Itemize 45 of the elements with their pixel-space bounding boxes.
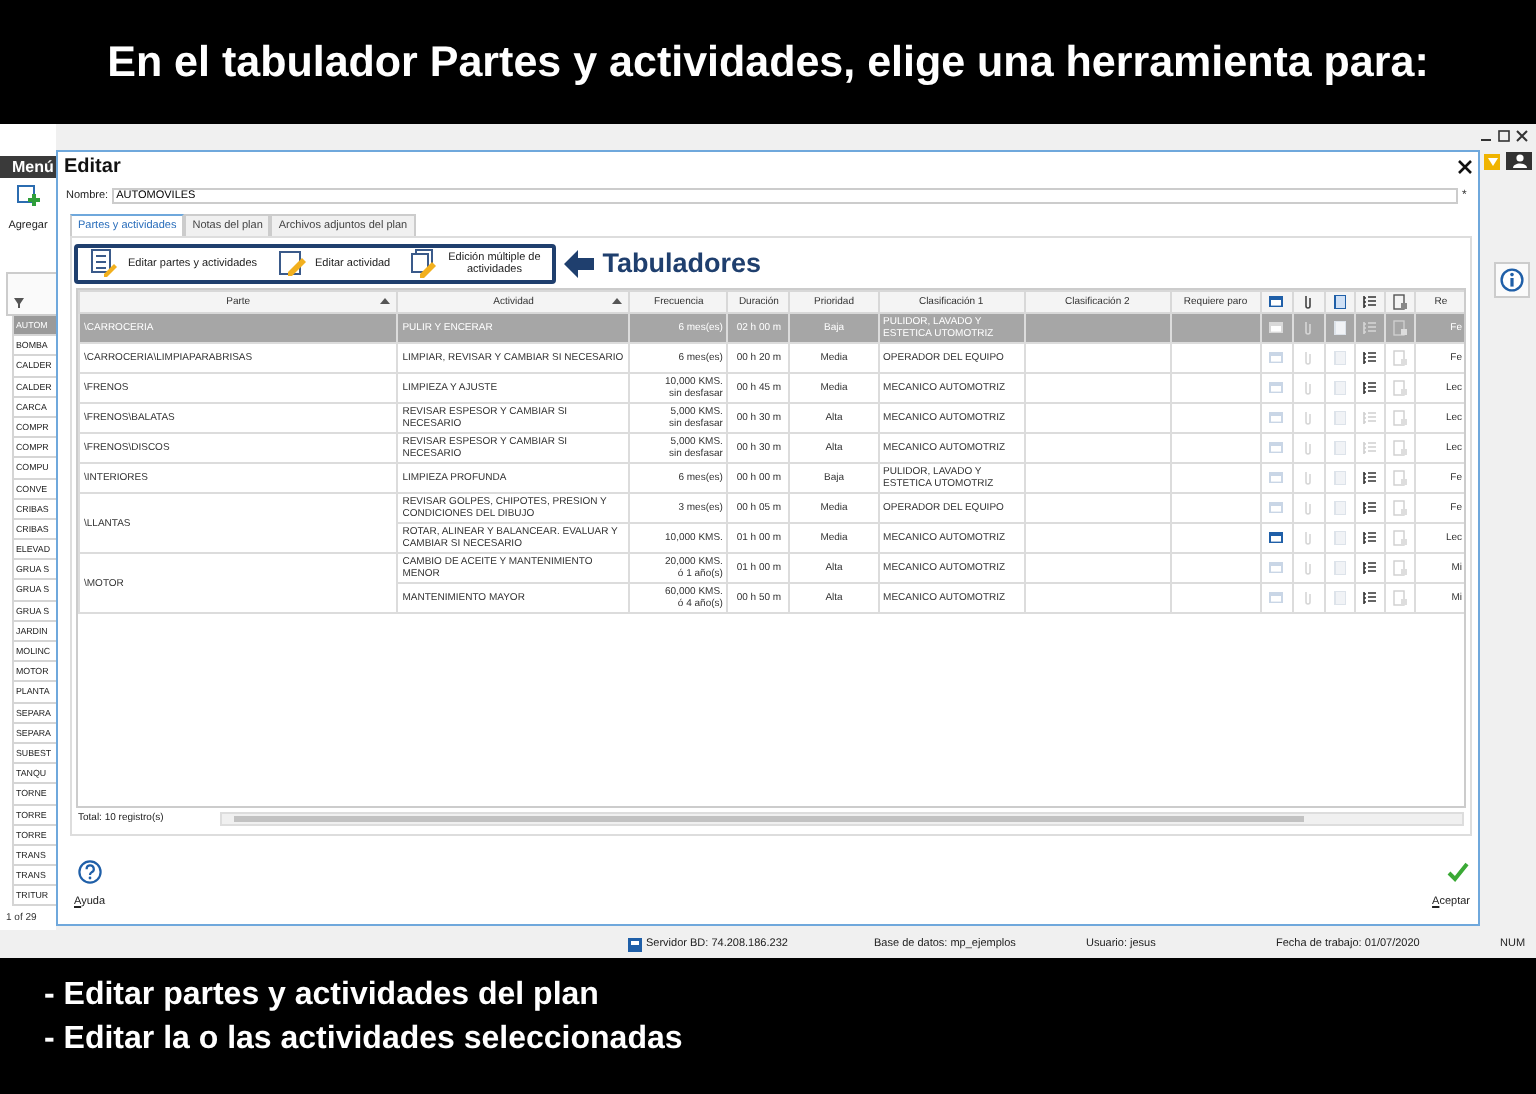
filter-icon[interactable] xyxy=(14,298,24,308)
info-icon xyxy=(1500,268,1524,292)
caret-icon xyxy=(1487,157,1497,165)
info-button[interactable] xyxy=(1494,262,1530,298)
checklist-icon[interactable] xyxy=(1361,560,1378,576)
document-icon[interactable] xyxy=(1391,530,1408,546)
document-icon[interactable] xyxy=(1391,380,1408,396)
scrollbar[interactable] xyxy=(219,811,1464,825)
document-icon xyxy=(1391,294,1408,310)
checklist-icon[interactable] xyxy=(1361,380,1378,396)
document-icon[interactable] xyxy=(1391,500,1408,516)
document-icon[interactable] xyxy=(1391,590,1408,606)
menu-button[interactable]: Menú xyxy=(0,156,56,178)
help-icon xyxy=(77,860,102,884)
user-button[interactable] xyxy=(1506,152,1532,170)
document-icon[interactable] xyxy=(1391,440,1408,456)
annotation-label: Tabuladores xyxy=(602,248,762,278)
add-icon xyxy=(16,184,40,208)
check-icon xyxy=(1446,860,1470,884)
checklist-icon[interactable] xyxy=(1361,350,1378,366)
dropdown-button[interactable] xyxy=(1484,153,1500,169)
document-icon[interactable] xyxy=(1391,320,1408,336)
document-icon[interactable] xyxy=(1391,470,1408,486)
checklist-icon[interactable] xyxy=(1361,470,1378,486)
arrow-icon xyxy=(564,249,595,277)
bullet-text: - Editar la o las actividades seleccionadas xyxy=(44,1022,685,1058)
maximize-icon[interactable] xyxy=(1498,130,1510,142)
checklist-icon[interactable] xyxy=(1361,530,1378,546)
user-icon xyxy=(1511,154,1527,168)
pages-pencil-icon xyxy=(410,248,441,278)
edit-icon xyxy=(277,248,308,278)
dialog-title: Editar xyxy=(64,156,121,178)
checklist-icon[interactable] xyxy=(1361,500,1378,516)
server-icon xyxy=(628,937,642,951)
bullet-text: - Editar partes y actividades del plan xyxy=(44,978,601,1014)
checklist-pencil-icon xyxy=(90,248,120,278)
checklist-icon xyxy=(1361,294,1378,310)
tutorial-heading: En el tabulador Partes y actividades, elige una herramienta para: xyxy=(107,37,1429,87)
document-icon[interactable] xyxy=(1391,350,1408,366)
close-icon[interactable] xyxy=(1516,130,1528,142)
document-icon[interactable] xyxy=(1391,410,1408,426)
checklist-icon[interactable] xyxy=(1361,590,1378,606)
close-icon[interactable] xyxy=(1458,160,1472,174)
document-icon[interactable] xyxy=(1391,560,1408,576)
calendar-icon[interactable] xyxy=(1268,530,1285,546)
